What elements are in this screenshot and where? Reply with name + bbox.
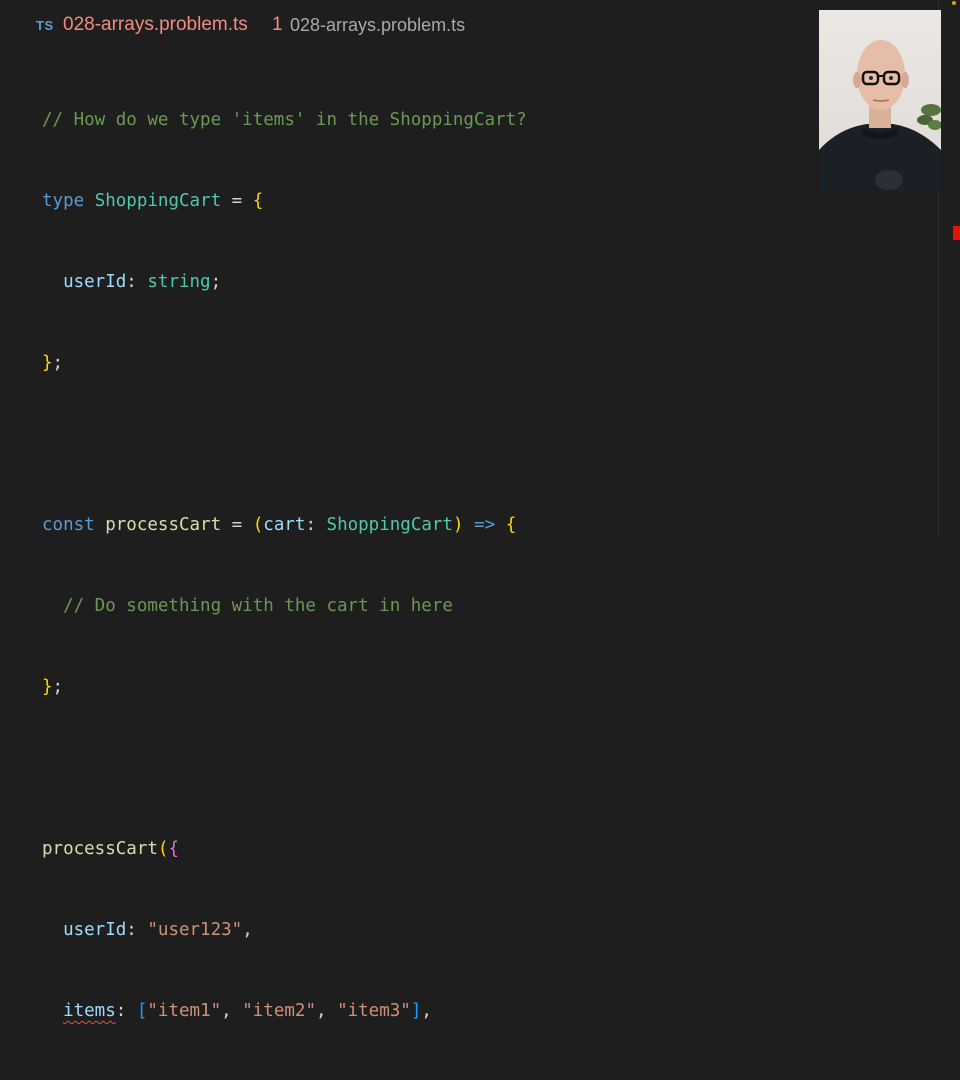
paren: (	[157, 839, 169, 859]
paren: (	[252, 515, 264, 535]
brace: {	[168, 839, 179, 859]
keyword-type: type	[42, 191, 85, 211]
code-line-10: processCart({	[42, 836, 527, 863]
comment: // How do we type 'items' in the Shoppin…	[42, 110, 527, 130]
operator: =	[221, 191, 253, 211]
code-line-1: // How do we type 'items' in the Shoppin…	[42, 107, 527, 134]
property-name: userId	[63, 272, 127, 292]
semicolon: ;	[52, 677, 64, 697]
brace: }	[42, 677, 53, 697]
property-name: userId	[63, 920, 127, 940]
type-name: string	[147, 272, 211, 292]
string-literal: "item2"	[242, 1001, 316, 1021]
problem-count-badge: 1	[272, 14, 283, 35]
code-line-12: items: ["item1", "item2", "item3"],	[42, 998, 527, 1025]
brace: {	[505, 515, 517, 535]
type-name: ShoppingCart	[94, 191, 222, 211]
presenter-figure	[819, 40, 941, 192]
code-line-3: userId: string;	[42, 269, 527, 296]
type-name: ShoppingCart	[326, 515, 453, 535]
brace: }	[42, 353, 53, 373]
separator: ,	[316, 1001, 338, 1021]
code-line-6: const processCart = (cart: ShoppingCart)…	[42, 512, 527, 539]
code-line-2: type ShoppingCart = {	[42, 188, 527, 215]
colon: :	[126, 272, 148, 292]
colon: :	[305, 515, 327, 535]
semicolon: ;	[52, 353, 64, 373]
keyword-const: const	[42, 515, 95, 535]
comment: // Do something with the cart in here	[63, 596, 453, 616]
comma: ,	[242, 920, 253, 940]
brace: {	[252, 191, 264, 211]
parameter-name: cart	[263, 515, 306, 535]
bracket: [	[136, 1001, 148, 1021]
code-line-8: };	[42, 674, 527, 701]
string-literal: "item3"	[337, 1001, 411, 1021]
error-property-name[interactable]: items	[63, 1001, 116, 1021]
string-literal: "item1"	[147, 1001, 222, 1021]
warning-dot-icon	[952, 1, 956, 5]
code-line-13: });	[42, 1079, 527, 1080]
function-name: processCart	[42, 839, 158, 859]
bracket: ]	[410, 1001, 422, 1021]
semicolon: ;	[210, 272, 222, 292]
paren: )	[452, 515, 464, 535]
string-literal: "user123"	[147, 920, 243, 940]
colon: :	[126, 920, 148, 940]
function-name: processCart	[105, 515, 222, 535]
webcam-overlay	[819, 10, 941, 192]
tab-filename[interactable]: 028-arrays.problem.ts	[63, 14, 248, 36]
typescript-icon: TS	[36, 18, 54, 33]
comma: ,	[421, 1001, 432, 1021]
error-marker[interactable]	[953, 226, 960, 240]
operator: =	[221, 515, 253, 535]
code-line-4: };	[42, 350, 527, 377]
tab-description: 028-arrays.problem.ts	[290, 15, 466, 35]
editor-tab-bar: TS 028-arrays.problem.ts 1 028-arrays.pr…	[0, 0, 960, 52]
code-line-7: // Do something with the cart in here	[42, 593, 527, 620]
code-line-11: userId: "user123",	[42, 917, 527, 944]
colon: :	[115, 1001, 137, 1021]
separator: ,	[221, 1001, 243, 1021]
arrow: =>	[474, 515, 496, 535]
code-editor[interactable]: // How do we type 'items' in the Shoppin…	[42, 53, 527, 1080]
